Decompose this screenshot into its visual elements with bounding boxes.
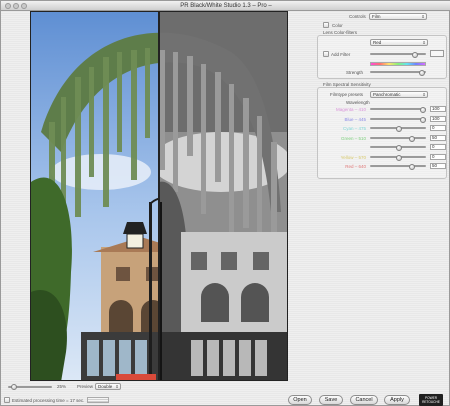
band-slider-track[interactable] [370,145,426,151]
zoom-slider-track[interactable] [8,384,52,390]
preview-mode-value: Double [98,384,113,389]
band-value-field[interactable]: 100 [430,106,446,112]
image-preview[interactable] [30,11,288,381]
filter-color-select[interactable]: Red ⇕ [370,39,428,46]
band-slider-knob[interactable] [396,154,402,161]
strength-slider-knob[interactable] [419,70,425,76]
minimize-window-button[interactable] [13,3,19,9]
chevron-updown-icon: ⇕ [422,92,426,97]
chevron-updown-icon: ⇕ [421,14,425,19]
black-white-pane [159,12,287,380]
controls-label: Controls [349,14,366,19]
add-filter-checkbox[interactable] [323,51,329,57]
controls-select[interactable]: Film ⇕ [369,13,427,20]
window-title: PR Black/White Studio 1.3 – Pro – [180,3,272,9]
band-slider-track[interactable] [370,126,426,132]
band-value-field[interactable]: 0 [430,125,446,131]
band-label: Red – 640 [345,164,366,169]
filter-slider-track[interactable] [370,52,426,58]
band-slider-track[interactable] [370,107,426,113]
chevron-updown-icon: ⇕ [422,40,426,45]
add-filter-label: Add Filter [331,52,351,57]
band-slider-track[interactable] [370,116,426,123]
band-label: Magenta – 410 [335,107,366,112]
estimated-time-text: Estimated processing time = 17 sec. [12,398,85,403]
lens-filters-group: Red ⇕ Add Filter Strength [317,35,447,79]
controls-select-value: Film [372,14,381,19]
filmtype-presets-label: Filmtype presets [330,92,364,97]
original-color-pane [31,12,159,380]
band-value-field[interactable]: 50 [430,134,446,141]
filmtype-presets-select[interactable]: Panchromatic ⇕ [370,91,428,98]
band-slider-knob[interactable] [396,126,402,132]
spectrum-bar [370,62,426,66]
band-slider-track[interactable] [370,135,426,142]
filter-slider-knob[interactable] [412,52,418,58]
cancel-button[interactable]: Cancel [350,395,378,405]
logo-line-2: RETOUCHE [422,400,440,404]
apply-button[interactable]: Apply [384,395,410,405]
title-bar: PR Black/White Studio 1.3 – Pro – [1,1,450,11]
power-retouche-logo: POWER RETOUCHE [419,394,443,406]
zoom-window-button[interactable] [21,3,27,9]
strength-label: Strength [346,70,364,75]
close-window-button[interactable] [5,3,11,9]
band-value-field[interactable]: 0 [430,153,446,160]
film-sensitivity-group: Filmtype presets Panchromatic ⇕ Waveleng… [317,87,447,179]
filmtype-presets-value: Panchromatic [373,92,401,97]
color-checkbox-label: Color [332,23,343,28]
band-slider-knob[interactable] [420,107,426,113]
band-slider-track[interactable] [370,154,426,161]
color-checkbox[interactable] [323,22,329,28]
progress-strip [87,397,109,403]
band-value-field[interactable]: 0 [430,144,446,150]
band-slider-knob[interactable] [408,135,415,142]
zoom-value: 25% [57,384,67,389]
band-label: Green – 510 [340,135,366,141]
photo-original [31,12,159,380]
filter-color-swatch[interactable] [430,50,444,57]
estimated-time-checkbox[interactable] [4,397,10,403]
open-button[interactable]: Open [288,395,312,405]
wavelength-label: Wavelength [346,100,370,105]
band-slider-knob[interactable] [420,116,426,123]
band-slider-track[interactable] [370,164,426,170]
band-label: Cyan – 475 [342,126,366,131]
chevron-updown-icon: ⇕ [115,384,119,389]
split-divider[interactable] [158,12,160,380]
bottom-bar: 25% Preview Double ⇕ Estimated processin… [1,381,450,406]
preview-mode-select[interactable]: Double ⇕ [95,383,121,390]
band-label: Blue – 445 [344,116,366,122]
filter-color-value: Red [373,40,382,45]
band-value-field[interactable]: 50 [430,163,446,169]
band-slider-knob[interactable] [396,145,402,151]
band-slider-knob[interactable] [408,164,415,170]
band-value-field[interactable]: 100 [430,115,446,122]
strength-slider-track[interactable] [370,70,426,76]
photo-converted [159,12,287,380]
zoom-slider-knob[interactable] [10,384,17,390]
preview-label: Preview [77,384,94,389]
band-label: Yellow – 570 [340,154,366,160]
app-window: PR Black/White Studio 1.3 – Pro – Contro… [0,0,450,406]
control-panel: Controls Film ⇕ Color Lens Color-filters… [317,11,447,179]
save-button[interactable]: Save [319,395,343,405]
